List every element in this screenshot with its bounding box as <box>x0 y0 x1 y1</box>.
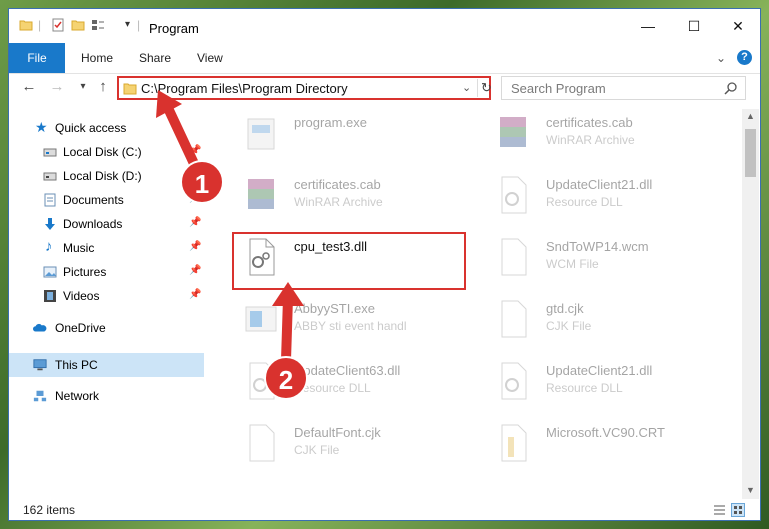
exe-icon <box>245 306 277 332</box>
recent-locations-icon[interactable]: ▾ <box>73 77 93 97</box>
forward-button[interactable]: → <box>47 77 67 97</box>
quick-access-dropdown-icon[interactable]: ▾ <box>125 19 130 30</box>
file-icon <box>501 300 527 338</box>
navigation-bar: ← → ▾ ↑ C:\Program Files\Program Directo… <box>9 73 760 103</box>
file-icon <box>249 424 275 462</box>
step-badge-2: 2 <box>264 356 308 400</box>
file-item[interactable]: UpdateClient63.dll Resource DLL <box>224 357 454 413</box>
folder-icon <box>123 83 137 95</box>
vertical-scrollbar[interactable]: ▲ ▼ <box>742 109 759 499</box>
file-item[interactable]: DefaultFont.cjk CJK File <box>224 419 454 475</box>
sidebar-item-quick-access[interactable]: ★ Quick access <box>9 117 204 139</box>
refresh-icon[interactable]: ↻ <box>481 80 492 96</box>
status-bar: 162 items <box>9 499 760 521</box>
sidebar-item-pictures[interactable]: Pictures 📌 <box>9 261 204 283</box>
expand-ribbon-icon[interactable]: ⌄ <box>716 51 726 65</box>
drive-icon <box>43 148 57 157</box>
music-icon: ♪ <box>45 238 53 255</box>
sidebar-item-downloads[interactable]: Downloads 📌 <box>9 213 204 235</box>
file-item[interactable]: UpdateClient21.dll Resource DLL <box>476 171 706 227</box>
winrar-icon <box>500 117 526 147</box>
sidebar-item-local-disk-d[interactable]: Local Disk (D:) <box>9 165 204 187</box>
file-item[interactable]: Microsoft.VC90.CRT <box>476 419 706 475</box>
documents-icon <box>44 193 56 207</box>
navigation-pane: ★ Quick access Local Disk (C:) 📌 Local D… <box>9 113 204 483</box>
search-box[interactable]: Search Program <box>501 76 746 100</box>
scroll-up-icon[interactable]: ▲ <box>746 111 755 121</box>
properties-icon[interactable] <box>51 18 65 32</box>
close-button[interactable]: ✕ <box>715 9 761 43</box>
file-tab[interactable]: File <box>9 43 65 73</box>
pictures-icon <box>43 266 57 278</box>
file-item[interactable]: AbbyySTI.exe ABBY sti event handl <box>224 295 454 351</box>
sidebar-item-onedrive[interactable]: OneDrive <box>9 317 204 339</box>
new-folder-icon[interactable] <box>71 18 85 32</box>
download-icon <box>45 218 55 230</box>
window-title: Program <box>149 21 199 36</box>
pin-icon[interactable]: 📌 <box>189 217 201 228</box>
file-list: program.exe certificates.cab WinRAR Arch… <box>214 109 744 484</box>
file-icon <box>501 238 527 276</box>
scroll-down-icon[interactable]: ▼ <box>746 485 755 495</box>
folder-icon <box>19 20 33 31</box>
file-item[interactable]: certificates.cab WinRAR Archive <box>476 109 706 165</box>
file-explorer-window: | ▾ | Program — ☐ ✕ File Home Share View… <box>8 8 761 521</box>
help-icon[interactable]: ? <box>737 50 752 65</box>
target-highlight-box <box>232 232 466 290</box>
up-button[interactable]: ↑ <box>93 77 113 97</box>
file-item[interactable]: program.exe <box>224 109 454 165</box>
search-placeholder[interactable]: Search Program <box>511 81 606 96</box>
sidebar-item-this-pc[interactable]: This PC <box>9 353 204 377</box>
pin-icon[interactable]: 📌 <box>189 289 201 300</box>
dll-icon <box>501 176 527 214</box>
dll-icon <box>501 362 527 400</box>
address-dropdown-icon[interactable]: ⌄ <box>462 81 471 94</box>
file-item[interactable]: UpdateClient21.dll Resource DLL <box>476 357 706 413</box>
pin-icon[interactable]: 📌 <box>189 265 201 276</box>
customize-toolbar-icon[interactable] <box>91 18 105 32</box>
item-count: 162 items <box>23 503 76 517</box>
tab-share[interactable]: Share <box>139 43 171 73</box>
sidebar-item-network[interactable]: Network <box>9 385 204 407</box>
scrollbar-thumb[interactable] <box>745 129 756 177</box>
search-icon[interactable] <box>724 82 737 95</box>
tab-home[interactable]: Home <box>81 43 113 73</box>
step-badge-1: 1 <box>180 160 224 204</box>
minimize-button[interactable]: — <box>625 9 671 43</box>
title-bar: | ▾ | Program — ☐ ✕ <box>9 9 760 43</box>
address-path[interactable]: C:\Program Files\Program Directory <box>141 81 348 96</box>
folder-icon <box>501 424 527 462</box>
sidebar-item-videos[interactable]: Videos 📌 <box>9 285 204 307</box>
file-item[interactable]: SndToWP14.wcm WCM File <box>476 233 706 289</box>
tiles-view-icon[interactable] <box>731 503 745 517</box>
address-bar[interactable]: C:\Program Files\Program Directory ⌄ ↻ <box>117 76 492 100</box>
pin-icon[interactable]: 📌 <box>189 241 201 252</box>
video-icon <box>44 290 56 302</box>
star-icon: ★ <box>35 119 48 135</box>
details-view-icon[interactable] <box>713 504 726 516</box>
cloud-icon <box>33 323 47 332</box>
tab-view[interactable]: View <box>197 43 223 73</box>
sidebar-item-documents[interactable]: Documents 📌 <box>9 189 204 211</box>
network-icon <box>33 390 47 402</box>
back-button[interactable]: ← <box>19 77 39 97</box>
pc-icon <box>33 359 47 371</box>
maximize-button[interactable]: ☐ <box>671 9 717 43</box>
exe-icon <box>247 118 275 150</box>
drive-icon <box>43 172 57 181</box>
sidebar-item-local-disk-c[interactable]: Local Disk (C:) 📌 <box>9 141 204 163</box>
pin-icon[interactable]: 📌 <box>189 145 201 156</box>
ribbon-tabs: File Home Share View ⌄ ? <box>9 43 760 74</box>
file-item[interactable]: gtd.cjk CJK File <box>476 295 706 351</box>
winrar-icon <box>248 179 274 209</box>
sidebar-item-music[interactable]: ♪ Music 📌 <box>9 237 204 259</box>
file-item[interactable]: certificates.cab WinRAR Archive <box>224 171 454 227</box>
